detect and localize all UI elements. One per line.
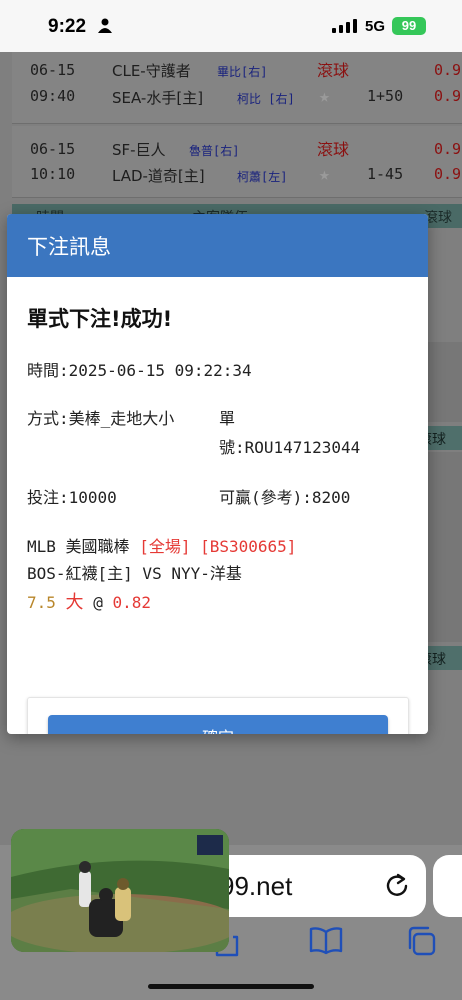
line-value: 7.5 <box>27 593 56 612</box>
confirm-area: 確定 <box>27 697 409 734</box>
signal-icon <box>332 19 357 33</box>
dialog-header: 下注訊息 <box>7 214 428 277</box>
live-label[interactable]: 滾球 <box>317 136 349 160</box>
game-time: 10:10 <box>30 165 76 183</box>
header-live: 滾球 <box>424 210 452 226</box>
stake-amount: 投注:10000 <box>27 488 117 507</box>
order-number: 號:ROU147123044 <box>219 438 361 457</box>
bet-odds: 0.82 <box>112 593 151 612</box>
game-time: 09:40 <box>30 87 76 105</box>
live-label[interactable]: 滾球 <box>317 57 349 81</box>
away-team: SF-巨人 <box>112 141 166 159</box>
home-team: SEA-水手[主] <box>112 89 204 107</box>
league: MLB 美國職棒 <box>27 537 130 556</box>
game-date: 06-15 <box>30 61 76 79</box>
away-pitcher: 畢比[右] <box>217 65 268 79</box>
odds[interactable]: 0.9 <box>434 165 461 183</box>
payout-amount: 可贏(參考):8200 <box>219 488 351 507</box>
url-text: 99.net <box>220 871 293 901</box>
event-code: [BS300665] <box>200 537 297 556</box>
bet-info-dialog: 下注訊息 單式下注!成功! 時間:2025-06-15 09:22:34 方式:… <box>7 214 428 734</box>
handicap: 1+50 <box>367 87 404 105</box>
tabs-icon[interactable] <box>405 925 437 957</box>
picture-in-picture-video[interactable] <box>11 829 229 952</box>
favorite-star-icon[interactable]: ★ <box>319 164 330 185</box>
order-prefix: 單 <box>219 409 236 428</box>
status-bar: 9:22 5G 99 <box>0 0 462 52</box>
bet-selection-line: 7.5 大 @ 0.82 <box>27 588 151 614</box>
home-pitcher: 柯比 [右] <box>237 92 295 106</box>
favorite-star-icon[interactable]: ★ <box>319 86 330 107</box>
video-frame <box>11 829 229 952</box>
matchup: BOS-紅襪[主] VS NYY-洋基 <box>27 564 242 583</box>
status-time: 9:22 <box>48 16 87 37</box>
network-label: 5G <box>365 18 386 35</box>
away-pitcher: 魯普[右] <box>189 144 240 158</box>
home-pitcher: 柯蕭[左] <box>237 170 288 184</box>
game-row[interactable]: 06-15 10:10 SF-巨人 魯普[右] LAD-道奇[主] 柯蕭[左] … <box>12 126 462 198</box>
bet-time: 時間:2025-06-15 09:22:34 <box>27 361 252 380</box>
home-indicator <box>148 984 314 989</box>
handicap: 1-45 <box>367 165 404 183</box>
bet-method: 方式:美棒_走地大小 <box>27 409 175 428</box>
reload-icon[interactable] <box>384 871 410 899</box>
bet-league-line: MLB 美國職棒 [全場] [BS300665] <box>27 533 296 557</box>
away-team: CLE-守護者 <box>112 62 191 80</box>
home-team: LAD-道奇[主] <box>112 167 205 185</box>
at-sign: @ <box>93 593 103 612</box>
odds[interactable]: 0.9 <box>434 140 461 158</box>
address-bar[interactable]: 99.net <box>200 855 426 917</box>
bet-side: 大 <box>65 592 84 613</box>
game-date: 06-15 <box>30 140 76 158</box>
person-icon <box>98 18 112 33</box>
odds[interactable]: 0.9 <box>434 61 461 79</box>
next-tab-preview[interactable] <box>433 855 462 917</box>
bookmarks-icon[interactable] <box>309 925 343 955</box>
period: [全場] <box>139 537 191 556</box>
odds[interactable]: 0.9 <box>434 87 461 105</box>
dialog-title: 單式下注!成功! <box>27 307 173 331</box>
battery-icon: 99 <box>392 17 426 35</box>
game-row[interactable]: 06-15 09:40 CLE-守護者 畢比[右] SEA-水手[主] 柯比 [… <box>12 52 462 124</box>
confirm-button[interactable]: 確定 <box>48 715 388 734</box>
